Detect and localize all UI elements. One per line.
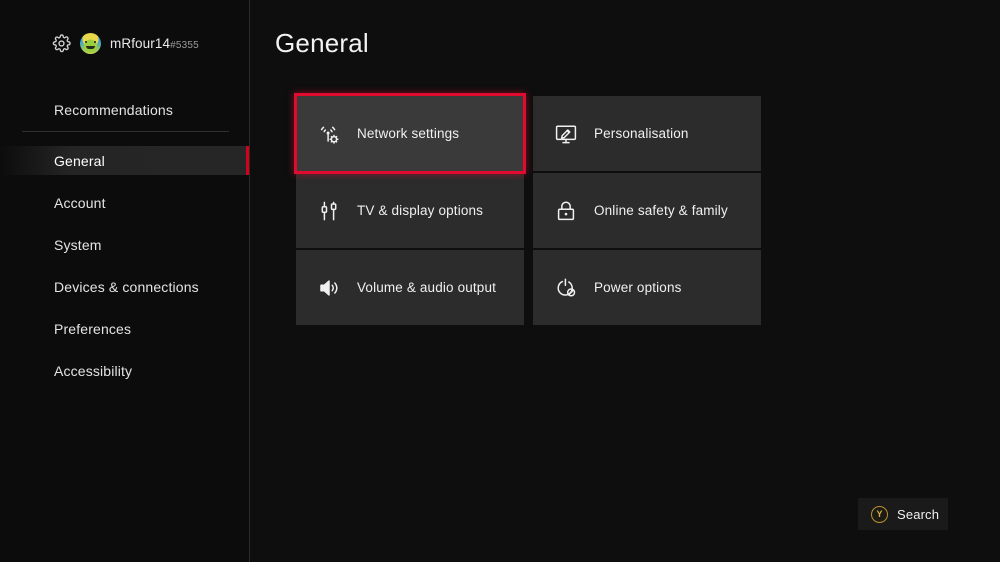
tile-label: Online safety & family [594, 203, 728, 218]
tile-network-settings[interactable]: Network settings [296, 95, 524, 172]
power-leaf-icon [553, 275, 579, 301]
sidebar-item-label: Account [54, 195, 106, 211]
speaker-icon [316, 275, 342, 301]
tile-online-safety-family[interactable]: Online safety & family [533, 172, 761, 249]
tile-personalisation[interactable]: Personalisation [533, 95, 761, 172]
tile-label: Personalisation [594, 126, 689, 141]
gear-icon[interactable] [52, 34, 71, 53]
tile-tv-display-options[interactable]: TV & display options [296, 172, 524, 249]
main-content: General Network settings [250, 0, 1000, 562]
sidebar-divider [22, 131, 229, 132]
account-row[interactable]: mRfour14#5355 [52, 30, 199, 56]
tile-power-options[interactable]: Power options [533, 249, 761, 326]
sidebar-item-label: General [54, 153, 105, 169]
search-label: Search [897, 507, 939, 522]
sidebar-item-label: System [54, 237, 102, 253]
avatar[interactable] [80, 33, 101, 54]
monitor-brush-icon [553, 121, 579, 147]
tile-label: TV & display options [357, 203, 483, 218]
sidebar-nav-list: General Account System Devices & connect… [0, 146, 250, 398]
tile-label: Power options [594, 280, 682, 295]
gamertag-name: mRfour14 [110, 36, 170, 51]
sidebar-item-label: Recommendations [54, 102, 173, 118]
gamertag: mRfour14#5355 [110, 36, 199, 51]
sidebar-item-account[interactable]: Account [0, 188, 250, 217]
y-button-icon: Y [871, 506, 888, 523]
sliders-icon [316, 198, 342, 224]
sidebar-item-devices-connections[interactable]: Devices & connections [0, 272, 250, 301]
sidebar-item-accessibility[interactable]: Accessibility [0, 356, 250, 385]
xbox-settings-screen: mRfour14#5355 Recommendations General Ac… [0, 0, 1000, 562]
settings-tile-grid: Network settings Personalisation [296, 95, 762, 326]
lock-icon [553, 198, 579, 224]
page-title: General [275, 28, 369, 59]
sidebar-item-general[interactable]: General [0, 146, 250, 175]
tile-volume-audio-output[interactable]: Volume & audio output [296, 249, 524, 326]
wifi-gear-icon [316, 121, 342, 147]
sidebar-item-label: Devices & connections [54, 279, 199, 295]
sidebar-item-recommendations[interactable]: Recommendations [0, 95, 250, 124]
sidebar-item-preferences[interactable]: Preferences [0, 314, 250, 343]
tile-label: Network settings [357, 126, 459, 141]
tile-label: Volume & audio output [357, 280, 496, 295]
search-legend-button[interactable]: Y Search [858, 498, 948, 530]
sidebar-item-label: Accessibility [54, 363, 132, 379]
gamertag-suffix: #5355 [170, 40, 199, 51]
sidebar-item-label: Preferences [54, 321, 131, 337]
sidebar: mRfour14#5355 Recommendations General Ac… [0, 0, 250, 562]
sidebar-item-system[interactable]: System [0, 230, 250, 259]
